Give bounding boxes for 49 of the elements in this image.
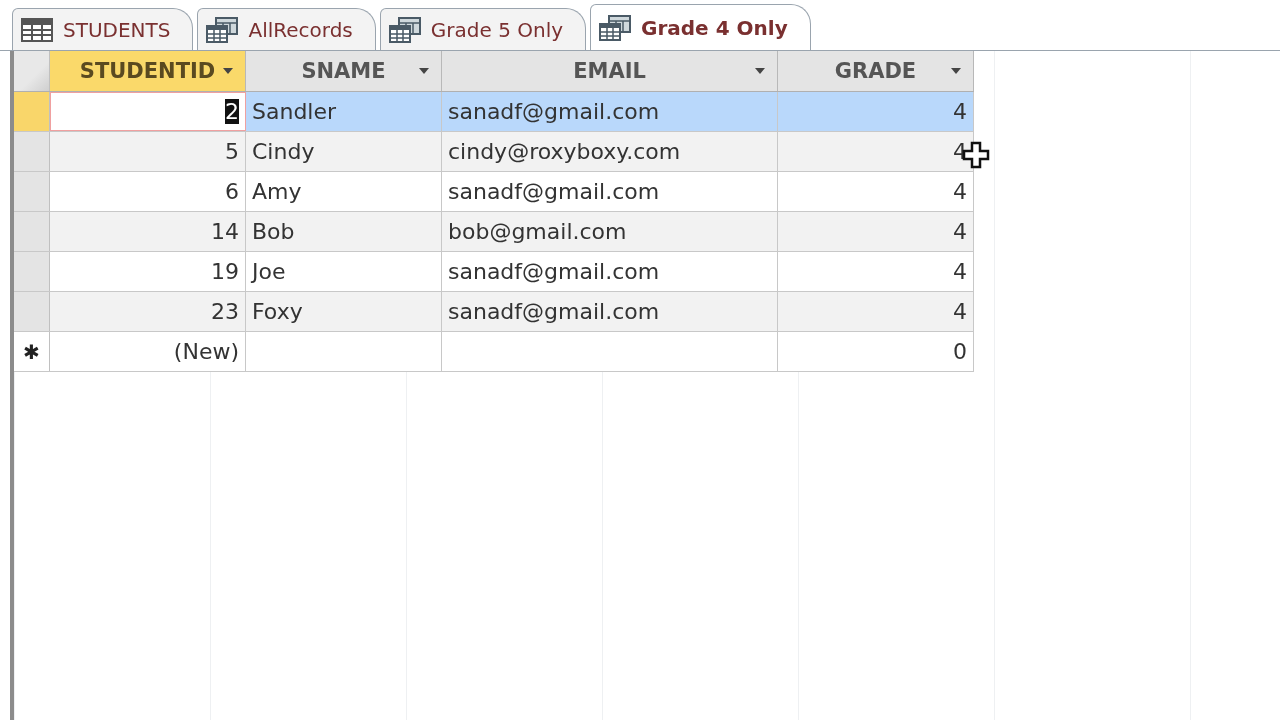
table-cell: 23 bbox=[50, 292, 246, 331]
record-selector[interactable] bbox=[14, 212, 50, 251]
table-cell: 19 bbox=[50, 252, 246, 291]
table-cell: 2 bbox=[50, 92, 246, 131]
object-tab[interactable]: STUDENTS bbox=[12, 8, 194, 50]
table-cell: (New) bbox=[50, 332, 246, 371]
table-cell: 6 bbox=[50, 172, 246, 211]
table-cell: bob@gmail.com bbox=[442, 212, 778, 251]
query-icon bbox=[388, 16, 421, 43]
table-cell: 4 bbox=[778, 252, 974, 291]
table-icon bbox=[21, 17, 53, 42]
move-cursor-icon bbox=[962, 141, 992, 171]
table-cell: 4 bbox=[778, 92, 974, 131]
table-cell: Amy bbox=[246, 172, 442, 211]
record-selector[interactable] bbox=[14, 92, 50, 131]
object-tab[interactable]: Grade 5 Only bbox=[379, 8, 587, 50]
record-selector[interactable] bbox=[14, 292, 50, 331]
table-cell: Bob bbox=[246, 212, 442, 251]
query-icon bbox=[206, 16, 239, 43]
table-cell: 4 bbox=[778, 292, 974, 331]
table-cell: cindy@roxyboxy.com bbox=[442, 132, 778, 171]
table-cell: sanadf@gmail.com bbox=[442, 252, 778, 291]
query-icon bbox=[599, 14, 632, 41]
object-tab[interactable]: AllRecords bbox=[197, 8, 376, 50]
table-cell: 4 bbox=[778, 212, 974, 251]
table-cell: Cindy bbox=[246, 132, 442, 171]
table-cell: sanadf@gmail.com bbox=[442, 292, 778, 331]
select-all-corner[interactable] bbox=[14, 51, 50, 91]
column-header[interactable]: SNAME bbox=[246, 51, 442, 91]
table-cell: 14 bbox=[50, 212, 246, 251]
dropdown-arrow-icon[interactable] bbox=[951, 68, 961, 74]
table-cell: Joe bbox=[246, 252, 442, 291]
table-cell: sanadf@gmail.com bbox=[442, 92, 778, 131]
record-selector[interactable] bbox=[14, 132, 50, 171]
table-cell: sanadf@gmail.com bbox=[442, 172, 778, 211]
column-header[interactable]: STUDENTID bbox=[50, 51, 246, 91]
object-tab[interactable]: Grade 4 Only bbox=[590, 4, 811, 50]
column-header[interactable]: GRADE bbox=[778, 51, 974, 91]
table-cell: 5 bbox=[50, 132, 246, 171]
table-cell: 0 bbox=[778, 332, 974, 371]
dropdown-arrow-icon[interactable] bbox=[419, 68, 429, 74]
table-cell: 4 bbox=[778, 172, 974, 211]
column-header[interactable]: EMAIL bbox=[442, 51, 778, 91]
record-selector[interactable] bbox=[14, 172, 50, 211]
dropdown-arrow-icon[interactable] bbox=[223, 68, 233, 74]
table-cell: Foxy bbox=[246, 292, 442, 331]
record-selector[interactable] bbox=[14, 252, 50, 291]
dropdown-arrow-icon[interactable] bbox=[755, 68, 765, 74]
table-cell: Sandler bbox=[246, 92, 442, 131]
